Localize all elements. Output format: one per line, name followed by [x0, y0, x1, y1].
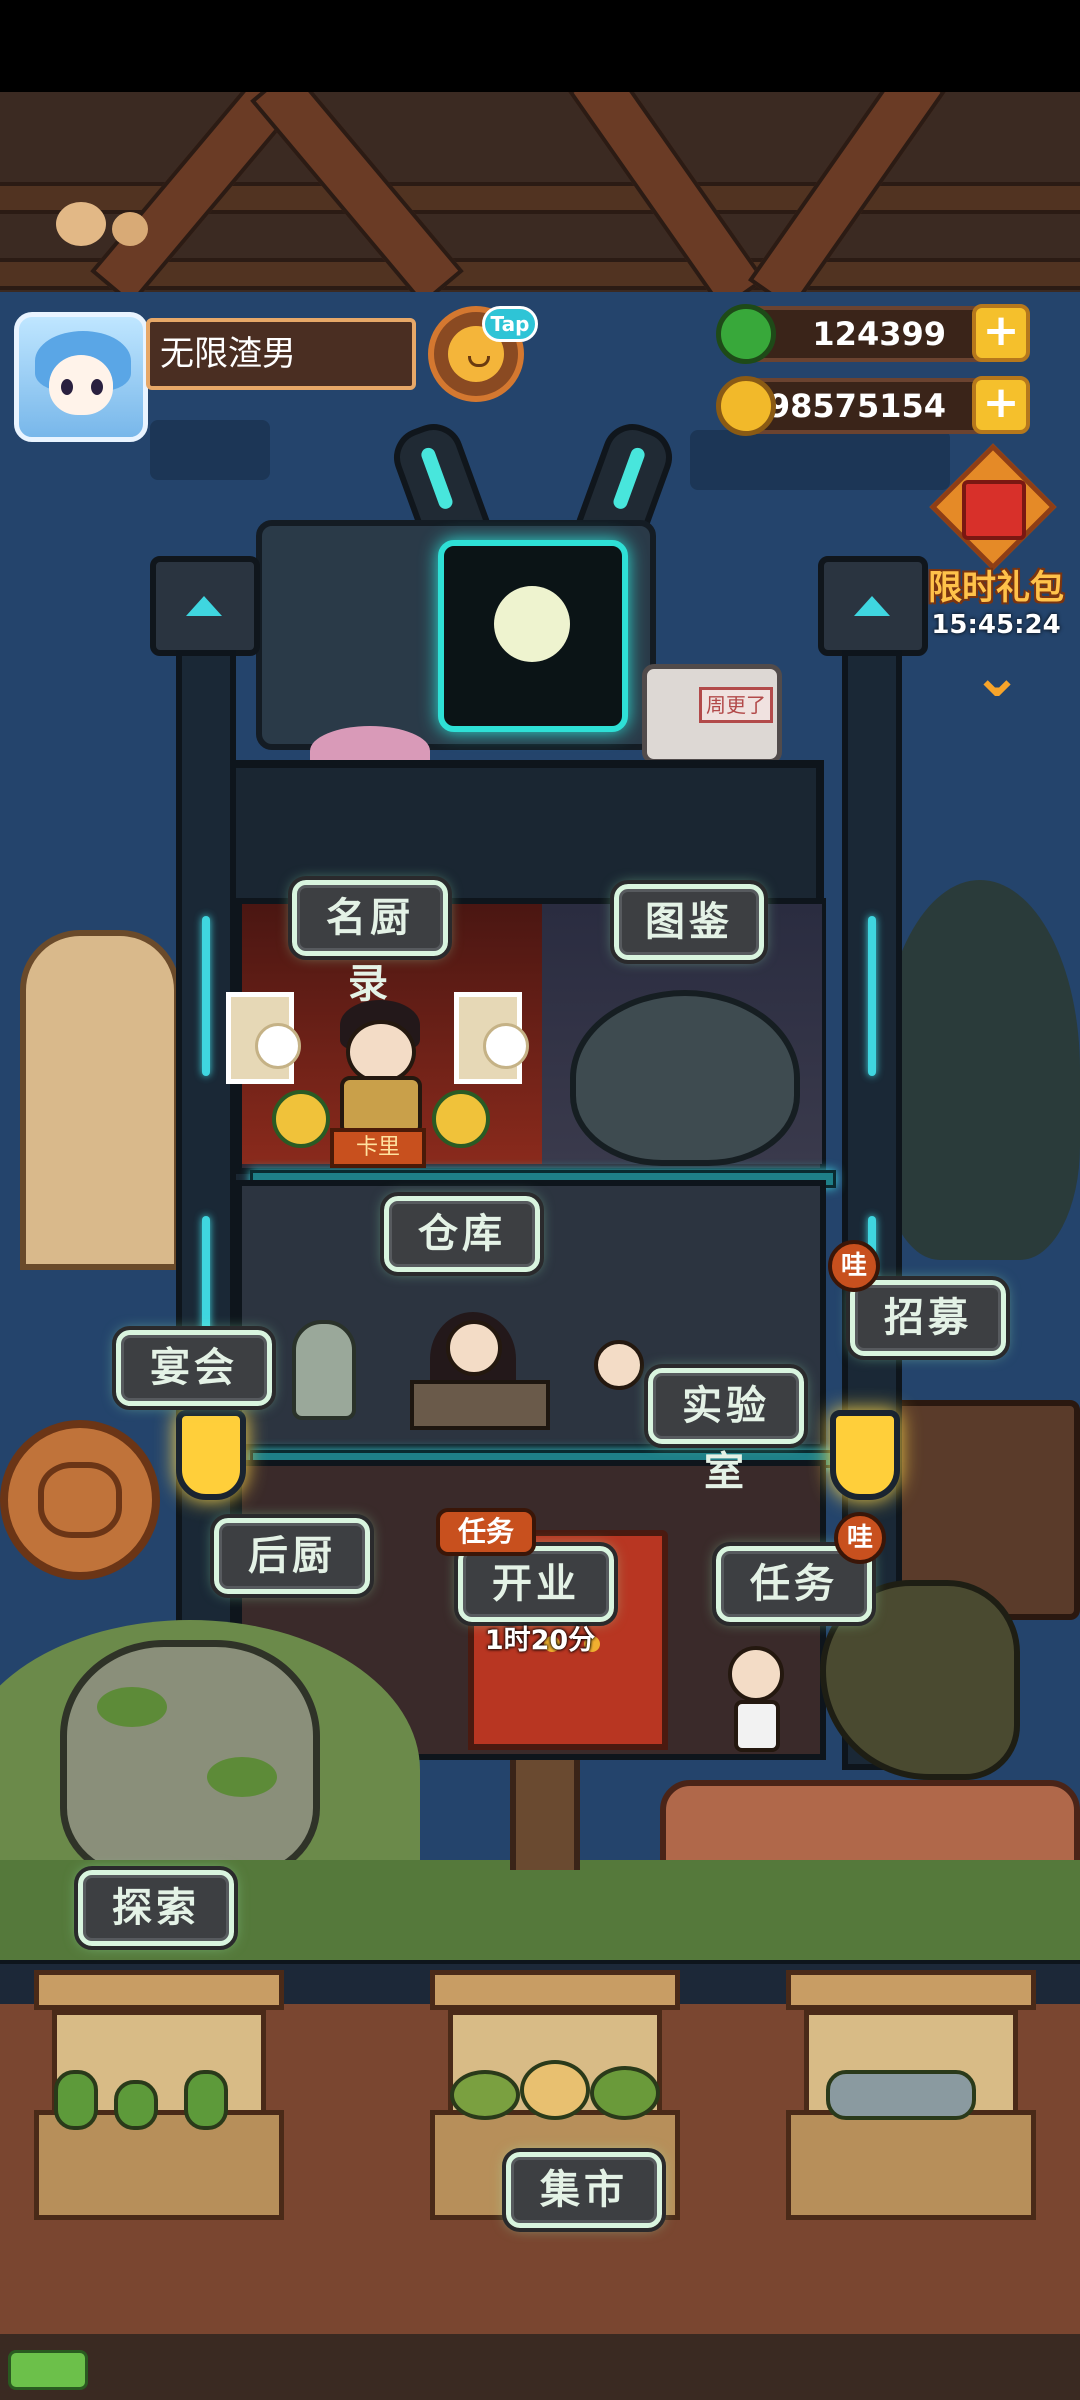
kitchen-button[interactable]: 后厨	[210, 1514, 374, 1598]
open-business-timer: 1时20分	[484, 1625, 596, 1656]
flower-pot	[432, 1090, 490, 1148]
spirit-creature[interactable]	[292, 1320, 356, 1420]
wall-lamp-left	[176, 1410, 246, 1500]
add-gems-button[interactable]: +	[972, 304, 1030, 362]
chef-head[interactable]	[346, 1020, 416, 1084]
logo-screen	[438, 540, 628, 732]
task-tag: 任务	[436, 1508, 536, 1556]
warehouse-button[interactable]: 仓库	[380, 1192, 544, 1276]
status-bar	[0, 0, 1080, 92]
tasks-badge: 哇	[834, 1512, 886, 1564]
chef-portrait	[226, 992, 301, 1084]
ladder	[510, 1760, 580, 1870]
chef-portrait	[454, 992, 529, 1084]
limited-pack-timer: 15:45:24	[931, 610, 1061, 640]
laboratory-button[interactable]: 实验室	[644, 1364, 808, 1495]
background-building	[150, 420, 270, 480]
chevron-down-icon[interactable]: ⌄	[962, 646, 1032, 708]
limited-pack-label[interactable]: 限时礼包	[916, 560, 1076, 609]
add-coins-button[interactable]: +	[972, 376, 1030, 434]
recruit-badge: 哇	[828, 1240, 880, 1292]
toggle-switch[interactable]	[8, 2350, 88, 2390]
truck-label: 周更了	[699, 687, 773, 723]
waiter-body	[734, 1700, 780, 1752]
market-stall-left[interactable]	[34, 1970, 284, 2230]
chef-body	[340, 1076, 422, 1136]
wall-lamp-right	[830, 1410, 900, 1500]
green-orb-icon	[716, 304, 776, 364]
stone-golem[interactable]	[60, 1640, 320, 1880]
bottom-strip	[0, 2334, 1080, 2400]
clerk-desk	[410, 1380, 550, 1430]
chef-list-button[interactable]: 名厨录	[288, 876, 452, 1007]
pillar-cap-right	[818, 556, 928, 656]
chef-nameplate: 卡里	[330, 1128, 426, 1168]
dragon-creature[interactable]	[570, 990, 800, 1166]
gold-coin-icon	[716, 376, 776, 436]
waiter-head[interactable]	[728, 1646, 784, 1702]
update-truck[interactable]: 周更了	[642, 664, 782, 764]
player-name[interactable]: 无限渣男	[146, 318, 416, 390]
flower-pot	[272, 1090, 330, 1148]
explore-button[interactable]: 探索	[74, 1866, 238, 1950]
open-business-button[interactable]: 开业	[454, 1542, 618, 1626]
recruit-button[interactable]: 招募	[846, 1276, 1010, 1360]
pillar-cap-left	[150, 556, 260, 656]
cat-medallion	[0, 1420, 160, 1580]
market-stall-right[interactable]	[786, 1970, 1036, 2230]
scientist-head[interactable]	[594, 1340, 644, 1390]
market-button[interactable]: 集市	[502, 2148, 666, 2232]
background-building	[690, 430, 950, 490]
banquet-button[interactable]: 宴会	[112, 1326, 276, 1410]
background-creature	[880, 880, 1080, 1260]
player-avatar[interactable]	[14, 312, 148, 442]
pillar-left	[176, 650, 236, 1770]
tap-badge: Tap	[482, 306, 538, 342]
compendium-button[interactable]: 图鉴	[610, 880, 768, 964]
lighthouse-tower	[20, 930, 180, 1270]
roof-beams	[0, 92, 1080, 292]
clerk-head[interactable]	[446, 1320, 502, 1376]
